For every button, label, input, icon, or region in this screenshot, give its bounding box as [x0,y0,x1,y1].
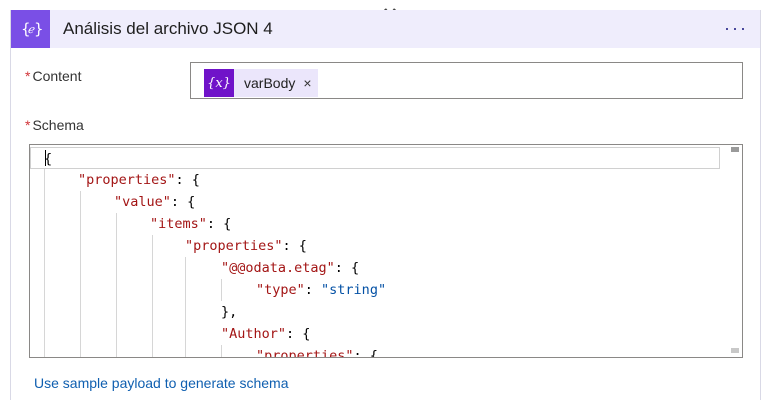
svg-text:}: } [34,20,42,38]
schema-editor[interactable]: { "properties": { "value": { "items": { … [29,144,743,358]
scrollbar-thumb[interactable] [731,147,739,152]
json-key: "items" [150,216,207,232]
code-line: "properties": { [185,238,307,254]
code-line: "items": { [150,216,232,232]
content-input[interactable]: {x} varBody × [190,62,743,99]
schema-label: * Schema [25,117,84,133]
scrollbar-end [731,348,739,353]
required-mark: * [25,68,31,84]
json-key: "properties" [256,348,354,358]
action-title: Análisis del archivo JSON 4 [63,19,273,38]
json-key: "properties" [78,172,176,188]
parse-json-action-card: { ℯ } Análisis del archivo JSON 4 ··· *C… [10,8,761,400]
code-line: { [30,147,720,169]
required-mark: * [25,117,31,133]
json-punct: }, [221,304,238,320]
json-key: "properties" [185,238,283,254]
content-label: * Content [25,68,82,84]
json-property: "type": "string" [256,282,387,298]
json-parse-icon: { ℯ } [11,10,50,48]
code-line: "Author": { [221,326,311,342]
indent-guide [152,235,153,357]
indent-guide [80,191,81,357]
indent-guide [44,169,45,357]
indent-guide [221,279,222,301]
indent-guide [185,257,186,357]
content-label-text: Content [32,68,82,84]
schema-label-text: Schema [32,117,84,133]
json-key: "Author" [221,326,287,342]
variable-icon: {x} [204,69,234,97]
more-options-icon[interactable]: ··· [724,18,748,39]
action-header[interactable]: { ℯ } Análisis del archivo JSON 4 ··· [11,10,760,48]
code-line: "properties": { [256,345,742,358]
indent-guide [116,213,117,357]
code-line: "type": "string" [256,279,742,301]
code-line: "@@odata.etag": { [221,260,360,276]
code-line: }, [221,301,742,323]
text-cursor [45,150,46,166]
editor-scrollbar[interactable] [728,145,742,357]
code-line: "value": { [114,194,196,210]
json-key: "@@odata.etag" [221,260,335,276]
varbody-token[interactable]: {x} varBody × [204,69,318,97]
sample-payload-link[interactable]: Use sample payload to generate schema [34,375,288,391]
json-key: "value" [114,194,171,210]
code-line: "properties": { [78,172,200,188]
remove-token-button[interactable]: × [303,75,317,91]
indent-guide [221,345,222,357]
token-label: varBody [244,75,296,91]
